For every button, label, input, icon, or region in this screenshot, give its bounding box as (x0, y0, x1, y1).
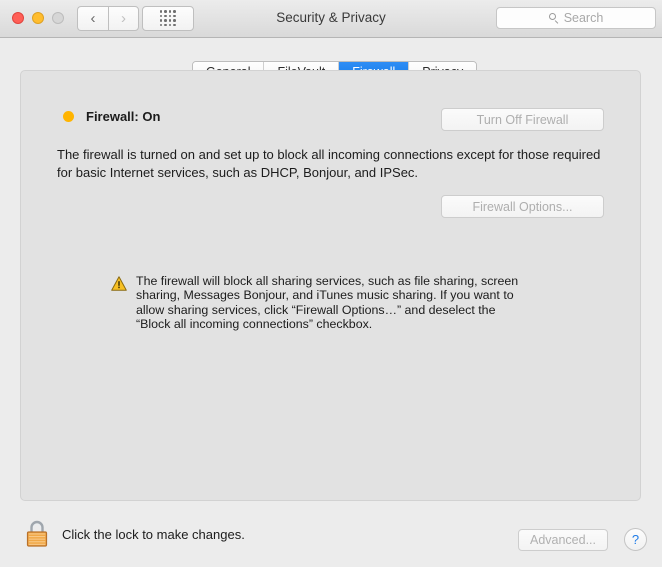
firewall-status-row: Firewall: On (63, 109, 160, 124)
firewall-status-label: Firewall: On (86, 109, 161, 124)
advanced-button[interactable]: Advanced... (518, 529, 608, 551)
firewall-options-button[interactable]: Firewall Options... (441, 195, 604, 218)
firewall-panel: Firewall: On Turn Off Firewall The firew… (20, 70, 641, 501)
help-button[interactable]: ? (624, 528, 647, 551)
turn-off-firewall-button[interactable]: Turn Off Firewall (441, 108, 604, 131)
search-field[interactable]: Search (496, 7, 656, 29)
firewall-warning-text: The firewall will block all sharing serv… (136, 274, 519, 331)
lock-group[interactable]: Click the lock to make changes. (24, 518, 245, 550)
warning-triangle-icon (111, 276, 127, 291)
firewall-description: The firewall is turned on and set up to … (57, 147, 601, 180)
search-placeholder: Search (563, 11, 604, 25)
window-titlebar: ‹ › Security & Privacy Search (0, 0, 662, 38)
lock-closed-icon[interactable] (24, 518, 50, 550)
lock-hint-text: Click the lock to make changes. (62, 526, 245, 542)
status-indicator-dot (63, 111, 74, 122)
firewall-warning-block: The firewall will block all sharing serv… (111, 274, 531, 331)
search-icon (548, 12, 560, 24)
